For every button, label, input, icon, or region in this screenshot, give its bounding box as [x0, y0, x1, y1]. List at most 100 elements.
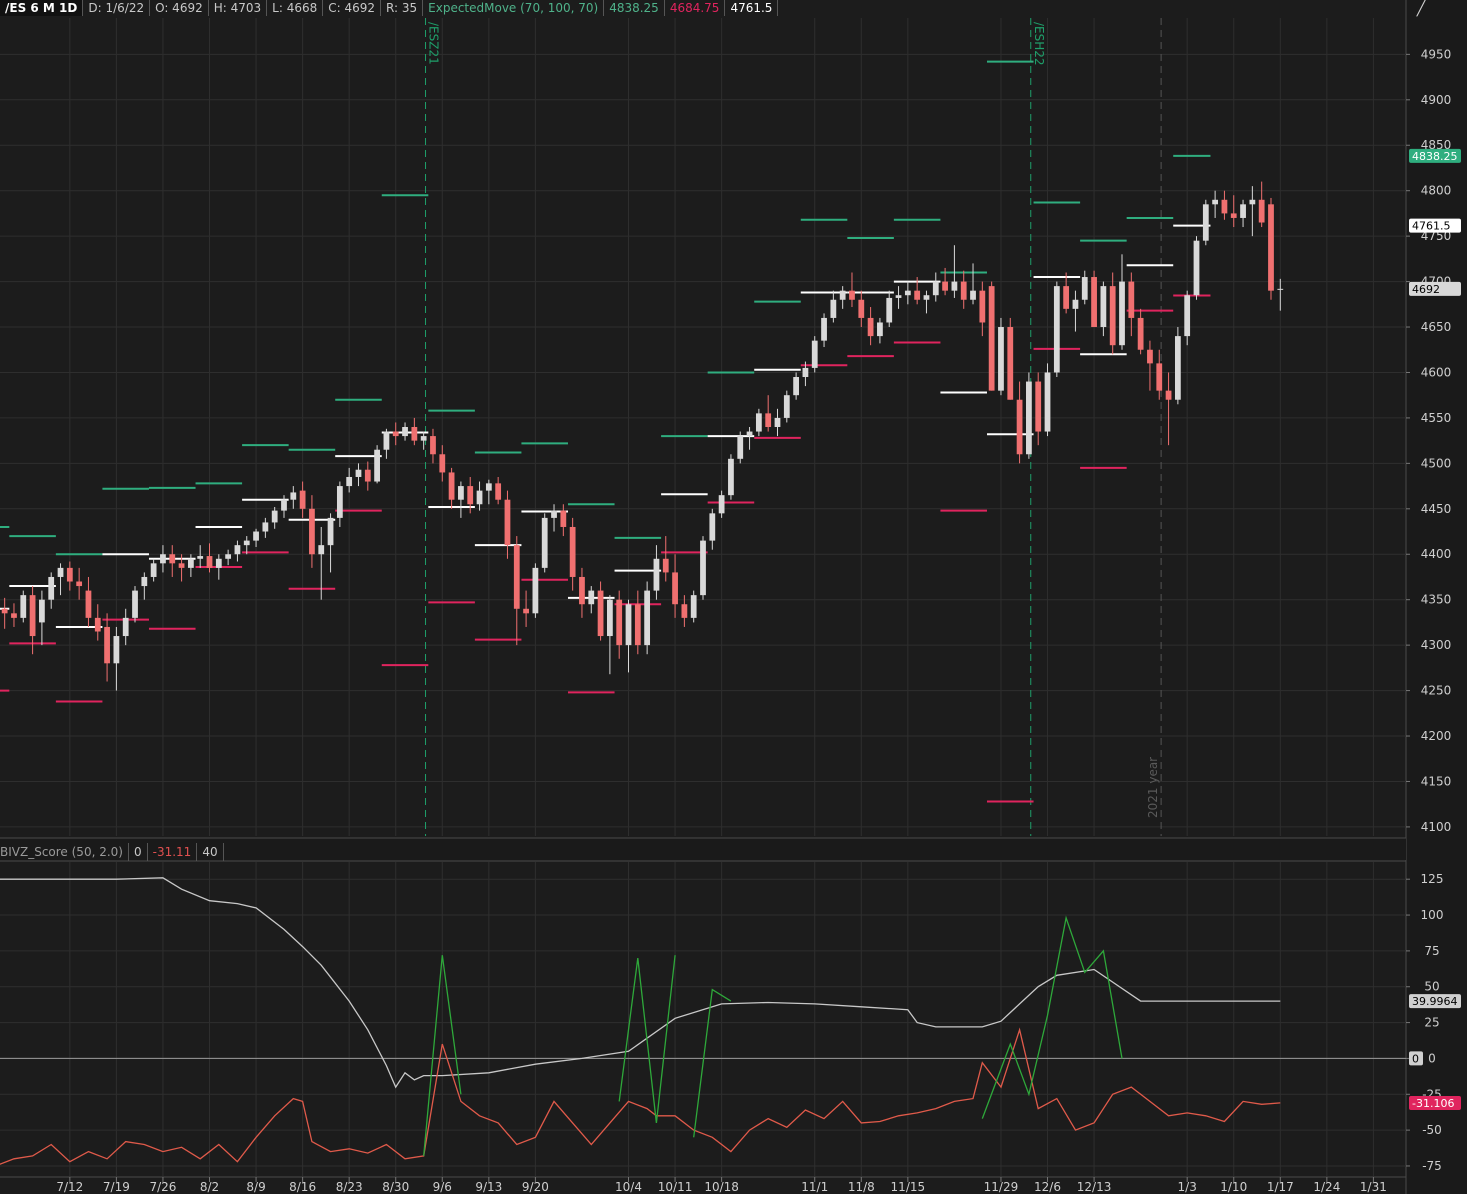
chart-svg[interactable]: 7/12 7/19 7/26 8/2 8/9 8/16 8/23 8/30 9/6 9/13 9/2… [0, 0, 1467, 1194]
y-tick-label: 4400 [1421, 547, 1452, 561]
close-label: C: 4692 [323, 0, 382, 16]
candle-body [932, 281, 939, 296]
candle-body [1119, 281, 1125, 346]
candle-body [392, 431, 399, 437]
x-tick-label: 10/18 [704, 1180, 739, 1194]
x-tick-label: 12/6 [1034, 1180, 1061, 1194]
candle-body [802, 367, 809, 378]
x-tick-label: 1/24 [1313, 1180, 1340, 1194]
candle-body [281, 499, 287, 511]
chart-root: 7/12 7/19 7/26 8/2 8/9 8/16 8/23 8/30 9/6 9/13 9/2… [0, 0, 1467, 1194]
y-tick-label: 4550 [1421, 411, 1452, 425]
year-marker-label: 2021 year [1146, 757, 1160, 818]
candle-body [364, 469, 371, 482]
candle-body [709, 513, 716, 541]
candle-body [607, 599, 613, 637]
candle-body [411, 427, 418, 441]
x-tick-label: 11/15 [891, 1180, 926, 1194]
candle-body [150, 563, 157, 577]
lower-study-bar: BIVZ_Score (50, 2.0) 0 -31.11 40 [0, 843, 224, 861]
y-tick-label: 4600 [1421, 365, 1452, 379]
rollover-label: /ESZ21 [427, 22, 441, 65]
candle-body [634, 604, 641, 646]
x-tick-label: 7/12 [56, 1180, 83, 1194]
candle-body [187, 558, 194, 568]
candle-body [94, 617, 101, 632]
candle-body [1156, 363, 1163, 391]
candle-body [1165, 390, 1172, 400]
candle-body [29, 595, 36, 637]
candle-body [234, 545, 241, 555]
candle-body [104, 626, 110, 664]
y-tick-label: 4800 [1421, 184, 1452, 198]
x-tick-label: 9/13 [475, 1180, 502, 1194]
x-tick-label: 10/4 [615, 1180, 642, 1194]
candle-body [755, 413, 762, 432]
y-tick-label: 4650 [1421, 320, 1452, 334]
open-label: O: 4692 [150, 0, 209, 16]
x-tick-label: 8/9 [246, 1180, 265, 1194]
candle-body [588, 590, 595, 605]
candle-body [402, 427, 408, 437]
candle-body [793, 377, 799, 396]
candle-body [76, 581, 83, 587]
candle-body [811, 340, 818, 368]
candle-body [327, 517, 334, 546]
candle-body [1035, 381, 1042, 432]
candle-body [672, 572, 678, 605]
candle-body [383, 431, 390, 450]
candle-body [914, 290, 921, 300]
candle-body [821, 317, 827, 341]
candle-body [1221, 199, 1228, 214]
candle-body [765, 413, 772, 427]
candle-body [523, 608, 529, 614]
candle-body [560, 510, 567, 527]
candle-body [625, 604, 632, 646]
candle-body [355, 469, 362, 477]
candle-body [495, 483, 502, 500]
candle-body [551, 510, 557, 518]
osc-y-tick-label: -75 [1422, 1159, 1442, 1173]
symbol-label[interactable]: /ES 6 M 1D [0, 0, 84, 16]
osc-y-tick-label: 100 [1421, 908, 1444, 922]
candle-body [374, 449, 380, 482]
candle-body [662, 558, 669, 573]
candle-body [830, 299, 837, 318]
candle-body [1063, 286, 1070, 309]
candle-body [700, 540, 706, 596]
chart-background [0, 0, 1467, 1194]
candle-body [839, 290, 846, 300]
study-label[interactable]: ExpectedMove (70, 100, 70) [423, 0, 605, 16]
x-tick-label: 1/31 [1360, 1180, 1387, 1194]
candle-body [113, 636, 120, 664]
candle-body [1147, 349, 1153, 364]
candle-body [746, 431, 753, 437]
candle-body [243, 540, 250, 546]
x-tick-label: 8/23 [336, 1180, 363, 1194]
date-label: D: 1/6/22 [83, 0, 151, 16]
candle-body [644, 590, 651, 646]
osc-y-tick-label: 50 [1424, 980, 1439, 994]
x-tick-label: 10/11 [658, 1180, 693, 1194]
candle-body [597, 590, 604, 637]
lower-study-name[interactable]: BIVZ_Score (50, 2.0) [0, 843, 129, 861]
candle-body [20, 595, 27, 618]
candle-body [774, 417, 781, 427]
osc-price-label-red: -31.106 [1412, 1097, 1454, 1110]
y-tick-label: 4100 [1421, 820, 1452, 834]
candle-body [178, 563, 185, 568]
x-tick-label: 1/17 [1267, 1180, 1294, 1194]
x-tick-label: 1/10 [1220, 1180, 1247, 1194]
candle-body [988, 286, 995, 391]
drawing-tool-icon[interactable]: ╱ [1408, 0, 1434, 18]
candle-body [1240, 204, 1246, 218]
candle-body [895, 295, 902, 298]
candle-body [141, 576, 148, 587]
x-tick-label: 12/13 [1077, 1180, 1112, 1194]
osc-y-tick-label: 75 [1424, 944, 1439, 958]
osc-y-tick-label: -50 [1422, 1123, 1442, 1137]
candle-body [458, 486, 464, 500]
candle-body [206, 556, 213, 568]
candle-body [690, 595, 697, 618]
y-tick-label: 4300 [1421, 638, 1452, 652]
